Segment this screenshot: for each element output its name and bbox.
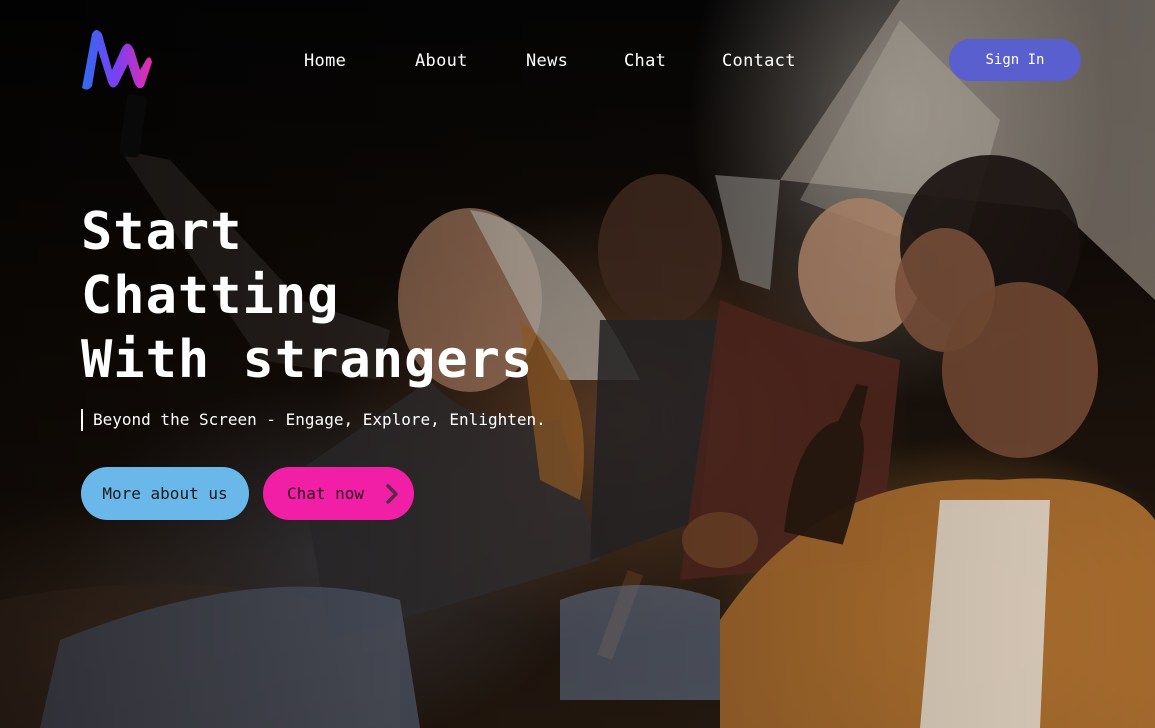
nav-item-contact[interactable]: Contact bbox=[722, 50, 796, 72]
chat-now-button[interactable]: Chat now bbox=[263, 467, 414, 520]
headline-line-2: Chatting bbox=[81, 266, 340, 326]
sign-in-button[interactable]: Sign In bbox=[949, 39, 1081, 81]
chevron-right-icon bbox=[386, 484, 398, 504]
nav-item-home[interactable]: Home bbox=[304, 50, 346, 72]
hero-tagline: Beyond the Screen - Engage, Explore, Enl… bbox=[81, 409, 546, 431]
chat-now-label: Chat now bbox=[287, 484, 365, 503]
more-about-us-button[interactable]: More about us bbox=[81, 467, 249, 520]
nav-item-about[interactable]: About bbox=[415, 50, 468, 72]
nav-item-chat[interactable]: Chat bbox=[624, 50, 666, 72]
headline-line-1: Start bbox=[81, 202, 243, 262]
hero-section: Home About News Chat Contact Sign In Sta… bbox=[0, 0, 1155, 728]
headline-line-3: With strangers bbox=[81, 330, 534, 390]
hero-headline: Start Chatting With strangers bbox=[81, 200, 533, 392]
more-about-us-label: More about us bbox=[102, 484, 228, 503]
nav-item-news[interactable]: News bbox=[526, 50, 568, 72]
